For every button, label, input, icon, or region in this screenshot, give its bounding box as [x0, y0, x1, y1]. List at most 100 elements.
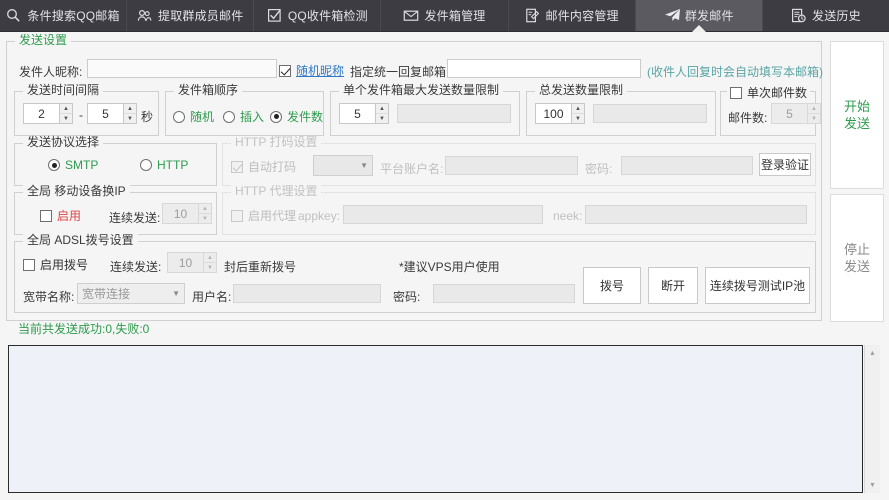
- tab-mail-content-management[interactable]: 邮件内容管理: [509, 0, 636, 31]
- batch-count-checkbox[interactable]: 单次邮件数: [727, 84, 810, 101]
- stop-send-button[interactable]: 停止 发送: [830, 194, 884, 322]
- tab-label: 发送历史: [812, 7, 861, 24]
- radio-ring: [223, 111, 235, 123]
- mobile-ip-enable-label: 启用: [57, 207, 81, 224]
- scroll-down-icon[interactable]: ▼: [865, 477, 880, 493]
- protocol-option-label: HTTP: [157, 158, 188, 172]
- interval-to-stepper[interactable]: ▲▼: [87, 103, 137, 124]
- stepper-up-icon[interactable]: ▲: [60, 104, 72, 114]
- tab-search-qq-mailbox[interactable]: 条件搜索QQ邮箱: [0, 0, 127, 31]
- checkbox-box: [23, 259, 35, 271]
- group-caption: 发件箱顺序: [174, 84, 242, 96]
- stepper-down-icon[interactable]: ▼: [60, 114, 72, 123]
- checkbox-box: [40, 210, 52, 222]
- interval-from-input[interactable]: [23, 103, 59, 124]
- stepper-up-icon[interactable]: ▲: [572, 104, 584, 114]
- scroll-up-icon[interactable]: ▲: [865, 345, 880, 361]
- total-limit-stepper[interactable]: ▲▼: [535, 103, 585, 124]
- order-option-insert[interactable]: 插入: [223, 108, 264, 125]
- tab-outbox-management[interactable]: 发件箱管理: [381, 0, 508, 31]
- start-send-label-line2: 发送: [844, 115, 870, 132]
- single-limit-input[interactable]: [339, 103, 375, 124]
- mobile-ip-enable-checkbox[interactable]: 启用: [40, 207, 81, 224]
- stepper-down-icon[interactable]: ▼: [124, 114, 136, 123]
- unified-reply-label: 指定统一回复邮箱:: [350, 63, 449, 80]
- group-caption: HTTP 代理设置: [231, 185, 321, 197]
- chevron-down-icon[interactable]: ▼: [172, 289, 180, 298]
- http-proxy-enable-label: 启用代理: [248, 207, 296, 224]
- tab-label: 发件箱管理: [424, 7, 485, 24]
- stepper-arrows[interactable]: ▲▼: [59, 103, 73, 124]
- protocol-option-smtp[interactable]: SMTP: [48, 158, 98, 172]
- group-caption: HTTP 打码设置: [231, 136, 321, 148]
- group-caption: 单个发件箱最大发送数量限制: [339, 84, 503, 96]
- test-ip-pool-button[interactable]: 连续拨号测试IP池: [705, 267, 810, 304]
- adsl-enable-checkbox[interactable]: 启用拨号: [23, 256, 88, 273]
- stepper-up-icon[interactable]: ▲: [376, 104, 388, 114]
- adsl-password-input[interactable]: [433, 284, 575, 303]
- stepper-down-icon[interactable]: ▼: [376, 114, 388, 123]
- total-limit-input[interactable]: [535, 103, 571, 124]
- group-caption: 发送时间间隔: [23, 84, 103, 96]
- adsl-username-input[interactable]: [233, 284, 381, 303]
- stepper-arrows[interactable]: ▲▼: [375, 103, 389, 124]
- group-caption: 发送设置: [15, 34, 71, 46]
- order-option-label: 插入: [240, 108, 264, 125]
- stepper-down-icon: ▼: [808, 114, 820, 123]
- single-limit-extra-input: [397, 104, 511, 123]
- start-send-label-line1: 开始: [844, 98, 870, 115]
- log-output-panel[interactable]: [8, 345, 863, 493]
- unified-reply-input[interactable]: [447, 59, 641, 78]
- adsl-group: 全局 ADSL拨号设置 启用拨号 连续发送: ▲▼ 封后重新拨号 *建议VPS用…: [14, 241, 816, 313]
- order-option-random[interactable]: 随机: [173, 108, 214, 125]
- stepper-arrows: ▲▼: [807, 103, 821, 124]
- sender-nick-input[interactable]: [87, 59, 277, 78]
- interval-to-input[interactable]: [87, 103, 123, 124]
- batch-count-caption: 单次邮件数: [747, 84, 807, 101]
- stepper-arrows[interactable]: ▲▼: [123, 103, 137, 124]
- start-send-button[interactable]: 开始 发送: [830, 41, 884, 189]
- adsl-username-label: 用户名:: [192, 288, 231, 305]
- stepper-down-icon[interactable]: ▼: [572, 114, 584, 123]
- tab-qq-inbox-detect[interactable]: QQ收件箱检测: [254, 0, 381, 31]
- tab-send-history[interactable]: 发送历史: [763, 0, 889, 31]
- adsl-redial-label: 封后重新拨号: [224, 258, 296, 275]
- mobile-ip-group: 全局 移动设备换IP 启用 连续发送: ▲▼: [14, 192, 217, 235]
- batch-count-input: [771, 103, 807, 124]
- login-verify-button[interactable]: 登录验证: [759, 153, 811, 176]
- adsl-password-label: 密码:: [393, 288, 420, 305]
- adsl-continuous-stepper: ▲▼: [167, 252, 217, 273]
- order-option-sendcount[interactable]: 发件数: [270, 108, 323, 125]
- random-nick-checkbox[interactable]: 随机昵称: [279, 62, 344, 79]
- batch-count-stepper: ▲▼: [771, 103, 821, 124]
- log-vertical-scrollbar[interactable]: ▲ ▼: [864, 345, 880, 493]
- checkbox-box: [231, 161, 243, 173]
- disconnect-button[interactable]: 断开: [648, 267, 698, 304]
- auto-decode-checkbox: 自动打码: [231, 158, 296, 175]
- appkey-input: [343, 205, 543, 224]
- log-caption: 当前共发送成功:0,失败:0: [14, 323, 153, 335]
- adsl-tip-label: *建议VPS用户使用: [399, 258, 500, 275]
- broadband-name-select[interactable]: 宽带连接 ▼: [77, 283, 185, 304]
- stepper-down-icon: ▼: [204, 263, 216, 272]
- sender-nick-label: 发件人昵称:: [19, 63, 82, 80]
- main-tab-bar: 条件搜索QQ邮箱 提取群成员邮件 QQ收件箱检测 发件箱管理 邮件内容管理: [0, 0, 889, 32]
- stepper-up-icon[interactable]: ▲: [124, 104, 136, 114]
- interval-from-stepper[interactable]: ▲▼: [23, 103, 73, 124]
- single-limit-stepper[interactable]: ▲▼: [339, 103, 389, 124]
- broadband-name-value: 宽带连接: [82, 285, 130, 302]
- platform-password-input: [621, 156, 753, 175]
- tab-extract-group-members[interactable]: 提取群成员邮件: [127, 0, 254, 31]
- protocol-option-http[interactable]: HTTP: [140, 158, 188, 172]
- stop-send-label-line1: 停止: [844, 241, 870, 258]
- broadband-name-label: 宽带名称:: [23, 288, 74, 305]
- tab-label: 邮件内容管理: [546, 7, 619, 24]
- auto-decode-label: 自动打码: [248, 158, 296, 175]
- dial-button[interactable]: 拨号: [583, 267, 641, 304]
- tab-label: 提取群成员邮件: [158, 7, 243, 24]
- platform-account-label: 平台账户名:: [380, 160, 443, 177]
- total-limit-group: 总发送数量限制 ▲▼: [526, 91, 716, 136]
- stepper-arrows[interactable]: ▲▼: [571, 103, 585, 124]
- interval-separator: -: [79, 108, 83, 122]
- tab-mass-mail[interactable]: 群发邮件: [636, 0, 763, 31]
